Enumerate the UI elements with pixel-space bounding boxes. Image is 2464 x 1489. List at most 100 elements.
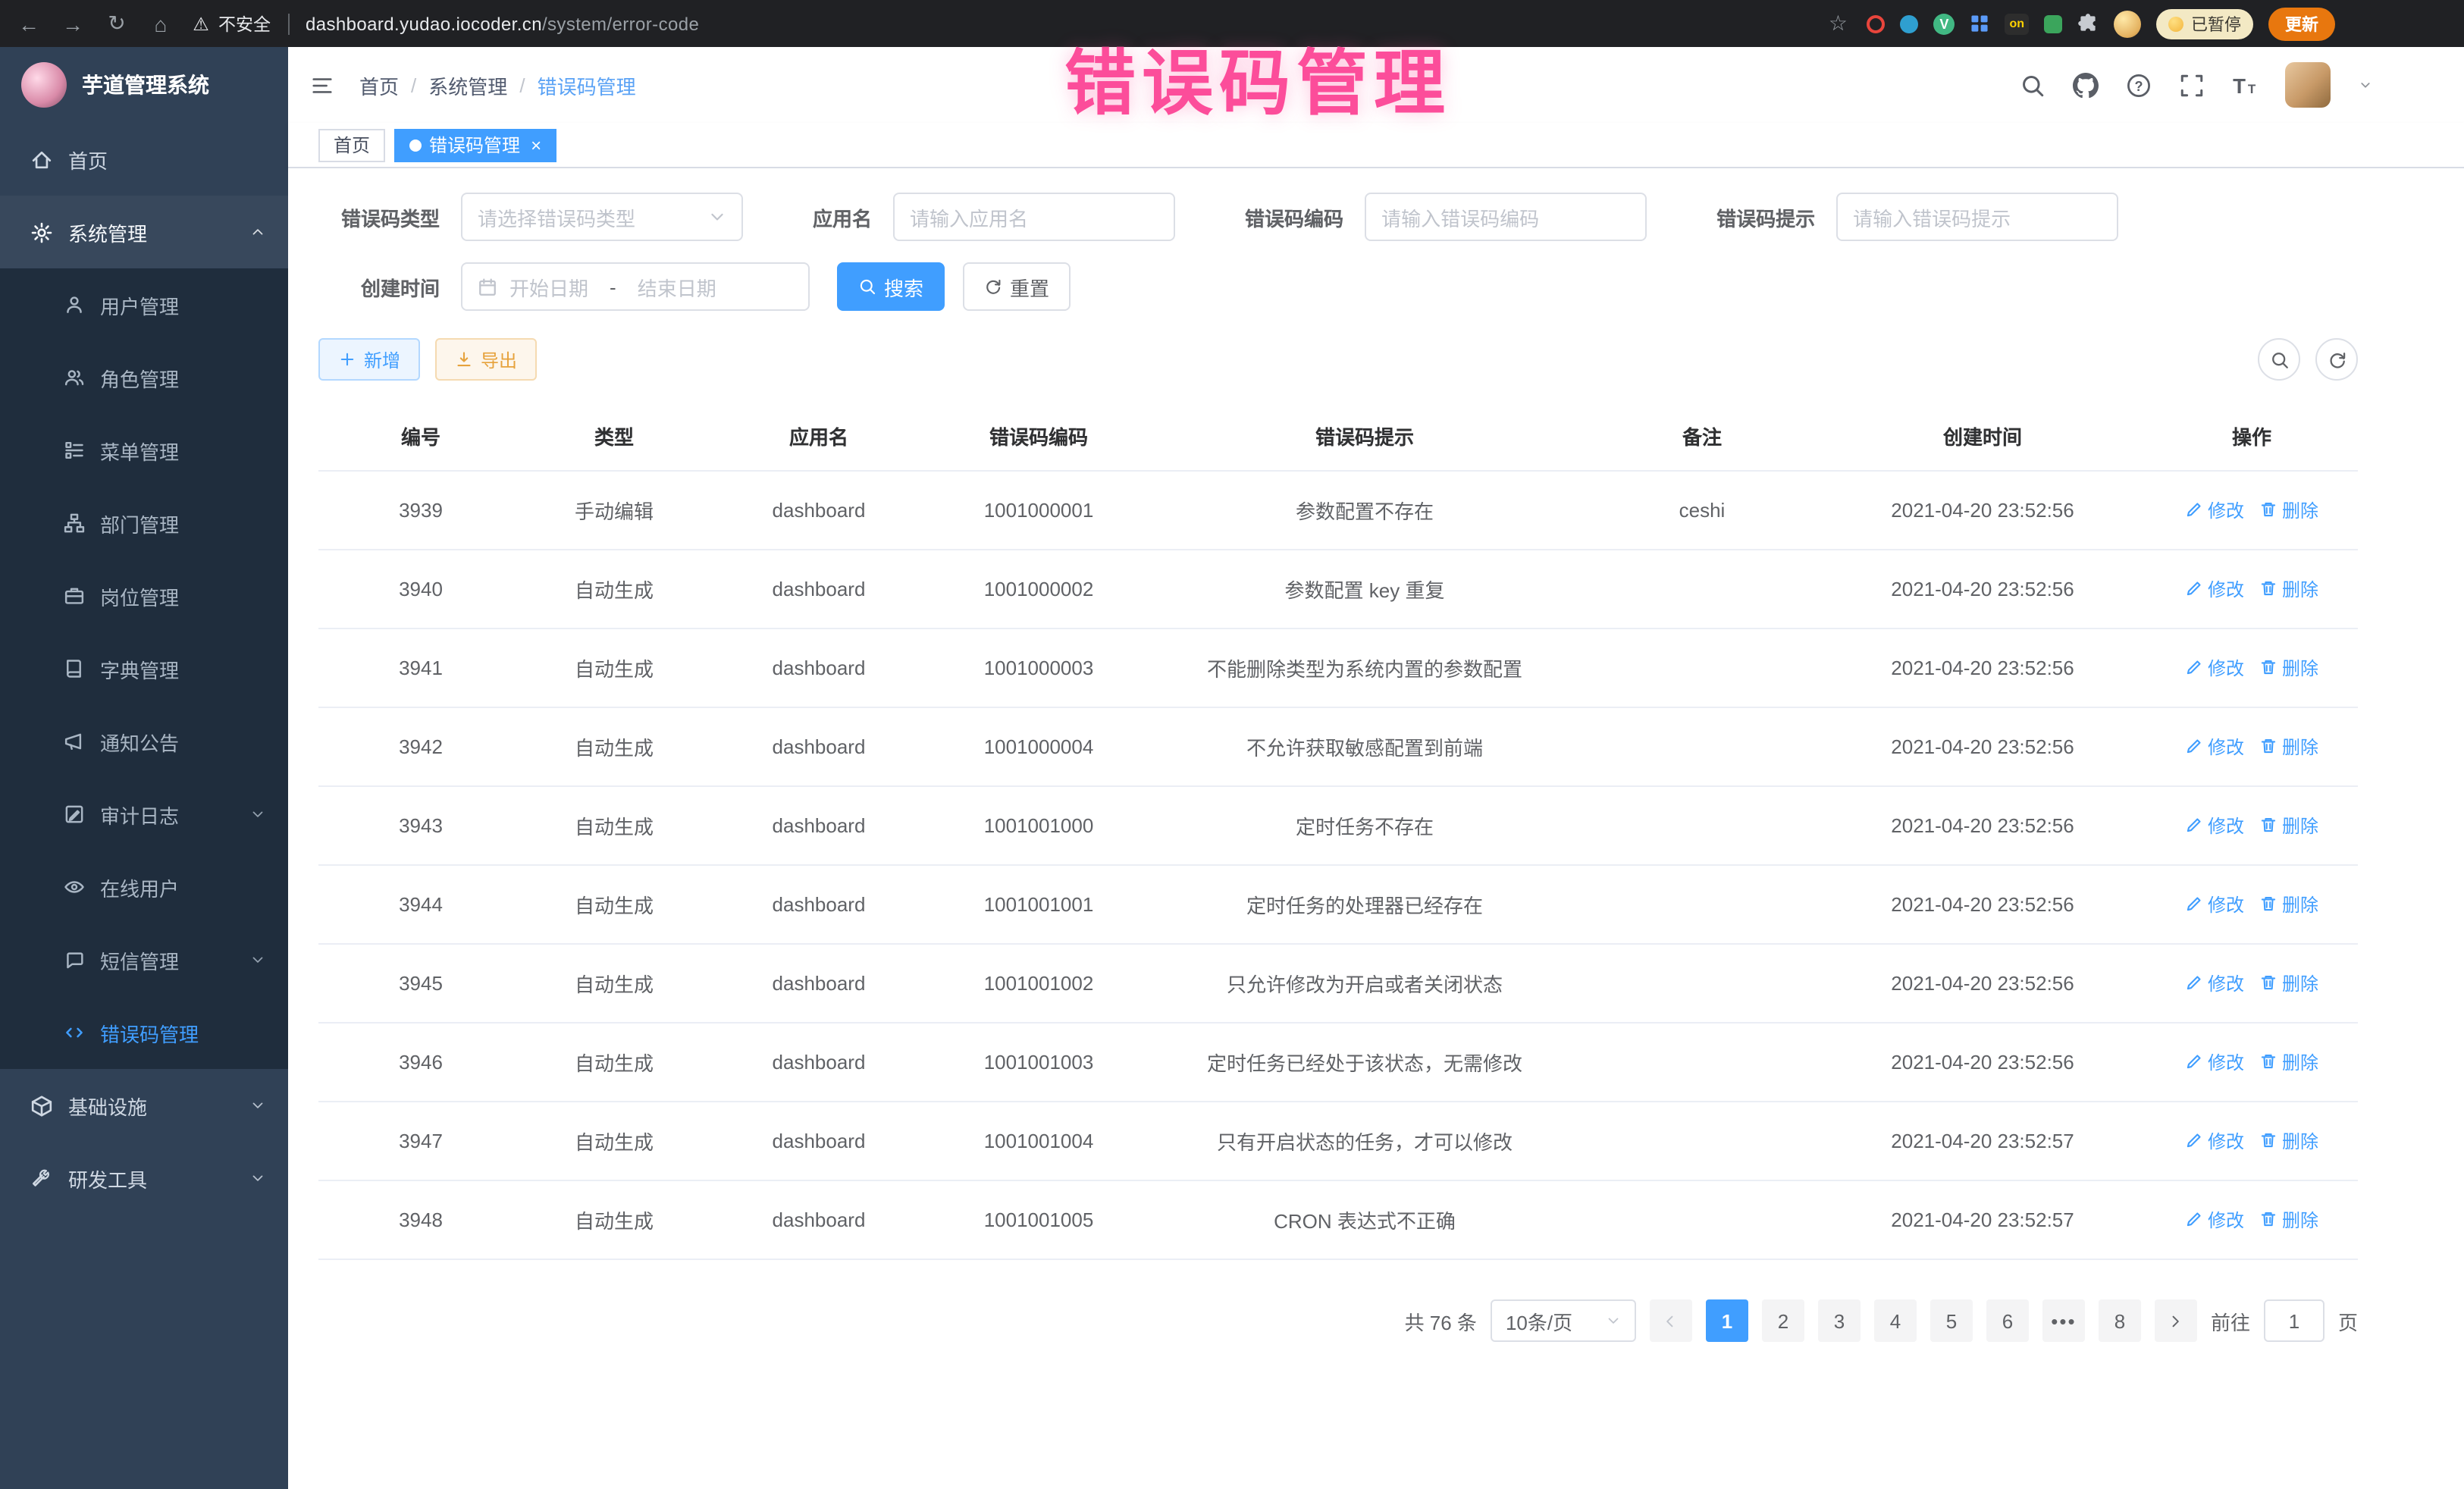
sidebar-item-dept[interactable]: 部门管理 (0, 487, 288, 560)
tag-error-code[interactable]: 错误码管理 × (394, 128, 556, 161)
reset-button[interactable]: 重置 (963, 262, 1071, 311)
search-button[interactable]: 搜索 (837, 262, 945, 311)
chevron-down-icon (250, 1171, 265, 1186)
error-type-select[interactable]: 请选择错误码类型 (461, 193, 743, 241)
sidebar-item-audit-log[interactable]: 审计日志 (0, 778, 288, 851)
extension-icon-grid[interactable] (1970, 14, 1989, 33)
delete-link[interactable]: 删除 (2259, 576, 2318, 602)
font-size-icon[interactable]: TT (2232, 72, 2258, 98)
edit-link[interactable]: 修改 (2185, 655, 2244, 681)
browser-forward-icon[interactable]: → (59, 11, 86, 36)
delete-link[interactable]: 删除 (2259, 1128, 2318, 1154)
browser-back-icon[interactable]: ← (15, 11, 42, 36)
delete-link[interactable]: 删除 (2259, 970, 2318, 996)
table-row: 3944自动生成dashboard1001001001定时任务的处理器已经存在2… (318, 865, 2358, 944)
error-code-input[interactable]: 请输入错误码编码 (1365, 193, 1647, 241)
date-range-picker[interactable]: 开始日期 - 结束日期 (461, 262, 810, 311)
page-size-select[interactable]: 10条/页 (1491, 1299, 1636, 1342)
sidebar-item-post[interactable]: 岗位管理 (0, 560, 288, 632)
breadcrumb-system[interactable]: 系统管理 (428, 71, 507, 99)
delete-link[interactable]: 删除 (2259, 813, 2318, 839)
cell-type: 手动编辑 (523, 471, 705, 550)
page-button-6[interactable]: 6 (1986, 1299, 2029, 1342)
cell-time: 2021-04-20 23:52:57 (1820, 1180, 2146, 1259)
sidebar-item-error-code[interactable]: 错误码管理 (0, 996, 288, 1069)
prev-page-button[interactable] (1650, 1299, 1692, 1342)
delete-link[interactable]: 删除 (2259, 655, 2318, 681)
toggle-search-button[interactable] (2258, 338, 2300, 381)
sidebar-item-menu[interactable]: 菜单管理 (0, 414, 288, 487)
trash-icon (2259, 1211, 2277, 1229)
page-more-button[interactable]: ••• (2042, 1299, 2085, 1342)
extension-icon-dark-badge[interactable] (2005, 13, 2029, 34)
edit-link[interactable]: 修改 (2185, 734, 2244, 760)
search-icon[interactable] (2020, 72, 2045, 98)
sidebar-item-infrastructure[interactable]: 基础设施 (0, 1069, 288, 1142)
add-button[interactable]: 新增 (318, 338, 420, 381)
sidebar-item-dev-tools[interactable]: 研发工具 (0, 1142, 288, 1215)
cell-remark (1585, 629, 1820, 707)
page-button-5[interactable]: 5 (1930, 1299, 1973, 1342)
sidebar-toggle-icon[interactable] (309, 74, 335, 96)
edit-link[interactable]: 修改 (2185, 970, 2244, 996)
vue-devtools-icon[interactable] (1933, 13, 1955, 34)
edit-link[interactable]: 修改 (2185, 892, 2244, 917)
sidebar-item-notice[interactable]: 通知公告 (0, 705, 288, 778)
security-indicator[interactable]: ⚠ 不安全 (191, 11, 271, 36)
sidebar-item-dict[interactable]: 字典管理 (0, 632, 288, 705)
next-page-button[interactable] (2155, 1299, 2197, 1342)
sidebar-item-user[interactable]: 用户管理 (0, 268, 288, 341)
tag-close-icon[interactable]: × (531, 136, 541, 154)
delete-link[interactable]: 删除 (2259, 497, 2318, 523)
edit-link[interactable]: 修改 (2185, 1207, 2244, 1233)
logo[interactable]: 芋道管理系统 (0, 47, 288, 123)
extensions-puzzle-icon[interactable] (2077, 13, 2099, 34)
page-button-1[interactable]: 1 (1706, 1299, 1748, 1342)
edit-link[interactable]: 修改 (2185, 813, 2244, 839)
sidebar-item-system[interactable]: 系统管理 (0, 196, 288, 268)
page-button-4[interactable]: 4 (1874, 1299, 1917, 1342)
delete-link[interactable]: 删除 (2259, 734, 2318, 760)
tag-home[interactable]: 首页 (318, 128, 385, 161)
error-hint-input[interactable]: 请输入错误码提示 (1836, 193, 2118, 241)
delete-link[interactable]: 删除 (2259, 1207, 2318, 1233)
edit-link[interactable]: 修改 (2185, 497, 2244, 523)
bookmark-star-icon[interactable]: ☆ (1824, 11, 1851, 36)
sidebar-item-online-user[interactable]: 在线用户 (0, 851, 288, 923)
browser-reload-icon[interactable]: ↻ (103, 11, 130, 36)
extension-icon-red-ring[interactable] (1867, 14, 1885, 33)
extension-icon-green[interactable] (2044, 14, 2062, 33)
cell-remark (1585, 786, 1820, 865)
page-button-3[interactable]: 3 (1818, 1299, 1861, 1342)
extension-icon-teal[interactable] (1900, 14, 1918, 33)
delete-link[interactable]: 删除 (2259, 892, 2318, 917)
sidebar-item-home[interactable]: 首页 (0, 123, 288, 196)
sidebar-item-role[interactable]: 角色管理 (0, 341, 288, 414)
edit-link[interactable]: 修改 (2185, 1128, 2244, 1154)
github-icon[interactable] (2073, 72, 2099, 98)
goto-page-input[interactable]: 1 (2264, 1299, 2324, 1342)
breadcrumb-home[interactable]: 首页 (359, 71, 399, 99)
paused-badge[interactable]: 已暂停 (2156, 8, 2253, 39)
cell-id: 3939 (318, 471, 523, 550)
page-button-2[interactable]: 2 (1762, 1299, 1804, 1342)
refresh-table-button[interactable] (2315, 338, 2358, 381)
browser-home-icon[interactable]: ⌂ (147, 11, 174, 36)
audit-log-icon (64, 804, 85, 825)
edit-link[interactable]: 修改 (2185, 576, 2244, 602)
page-button-8[interactable]: 8 (2099, 1299, 2141, 1342)
browser-profile-avatar[interactable] (2114, 10, 2141, 37)
avatar-caret-icon[interactable] (2358, 77, 2373, 92)
pencil-icon (2185, 580, 2203, 598)
help-icon[interactable]: ? (2126, 72, 2152, 98)
export-button[interactable]: 导出 (435, 338, 537, 381)
sidebar-item-sms[interactable]: 短信管理 (0, 923, 288, 996)
address-bar[interactable]: dashboard.yudao.iocoder.cn/system/error-… (306, 13, 699, 34)
edit-link[interactable]: 修改 (2185, 1049, 2244, 1075)
update-button[interactable]: 更新 (2268, 7, 2335, 40)
user-avatar[interactable] (2285, 62, 2331, 108)
delete-link[interactable]: 删除 (2259, 1049, 2318, 1075)
col-actions: 操作 (2146, 402, 2358, 471)
fullscreen-icon[interactable] (2179, 72, 2205, 98)
app-name-input[interactable]: 请输入应用名 (893, 193, 1175, 241)
